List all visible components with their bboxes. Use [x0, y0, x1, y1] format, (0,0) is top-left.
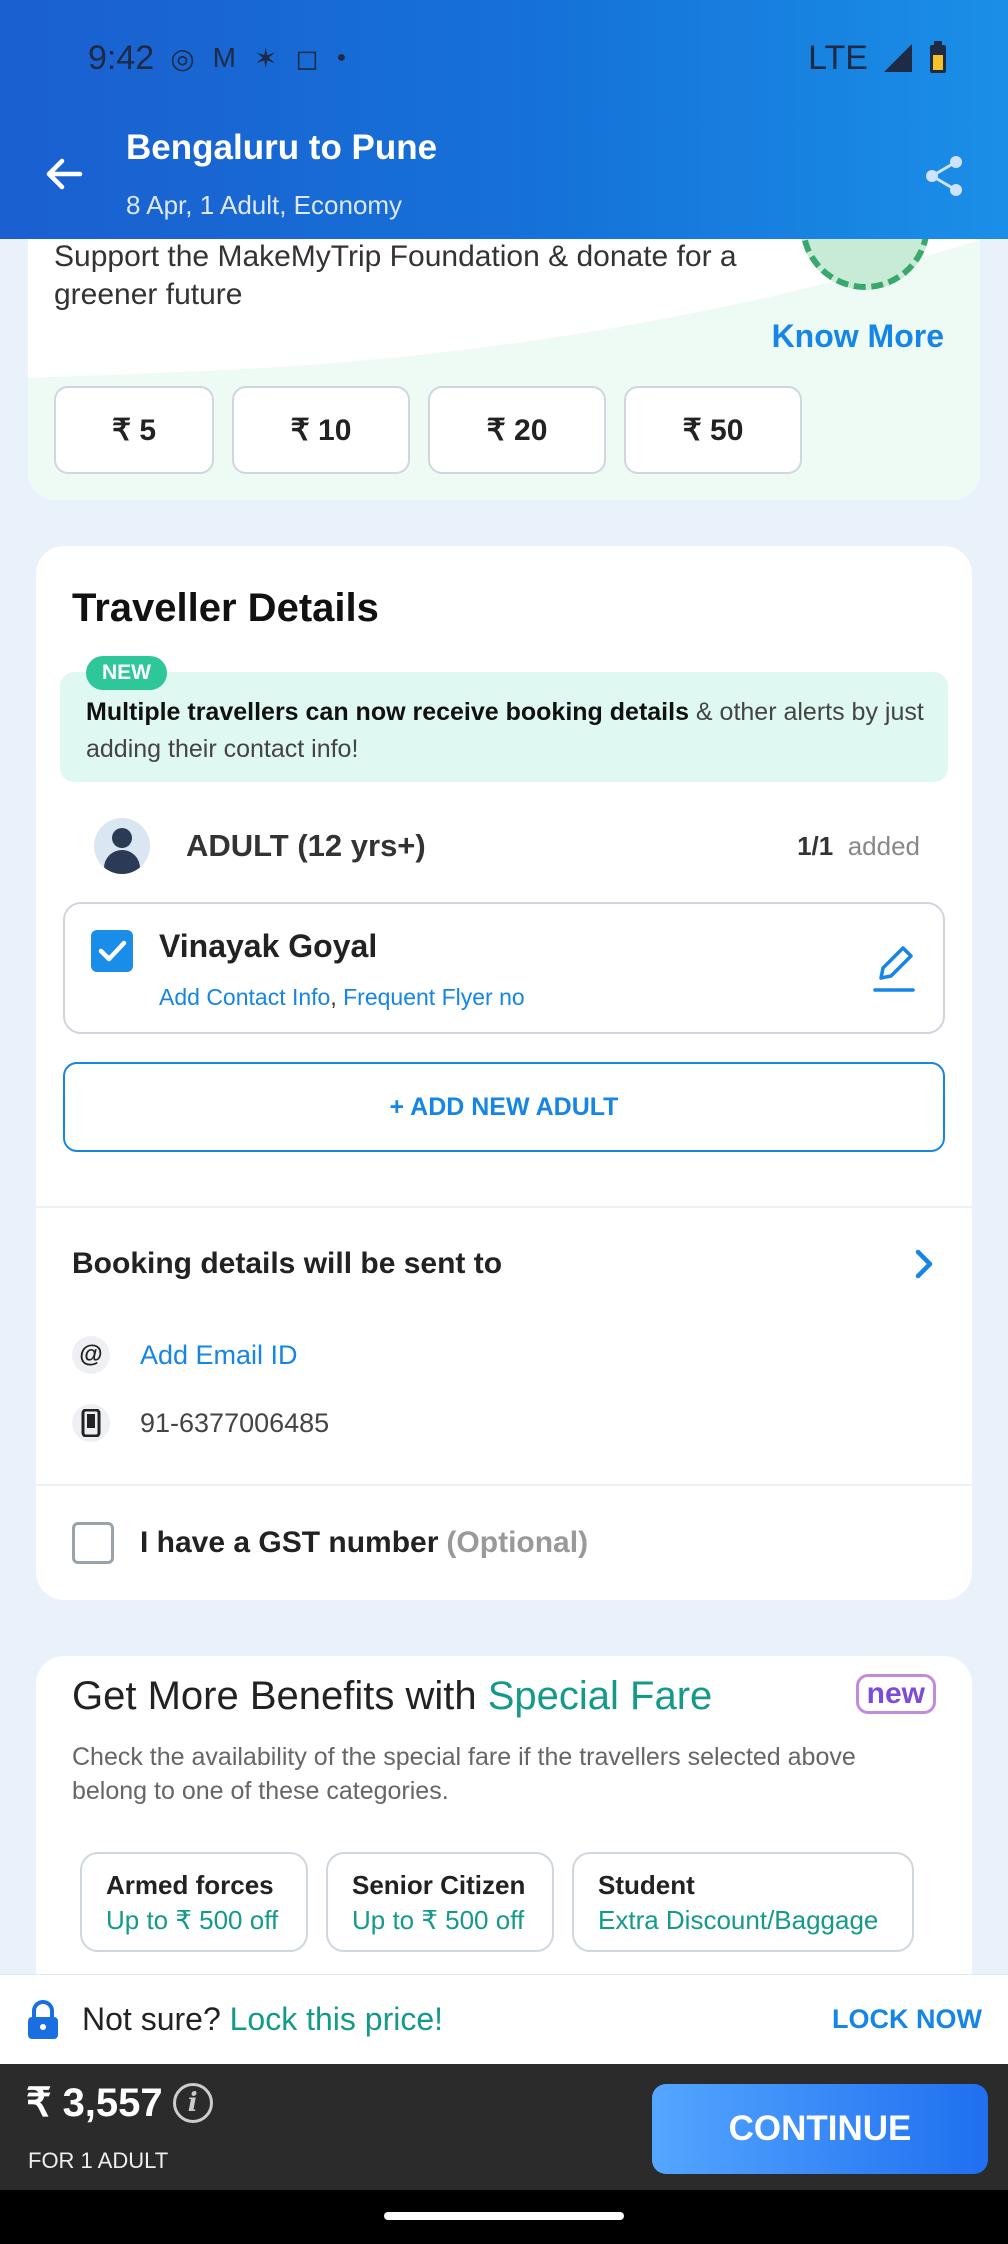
notice-text: Multiple travellers can now receive book… — [86, 694, 926, 768]
email-row[interactable]: @ Add Email ID — [72, 1336, 298, 1374]
new-tag: new — [855, 1674, 936, 1714]
special-fare-card: Get More Benefits with Special Fare new … — [36, 1656, 972, 1976]
section-divider — [36, 1206, 972, 1208]
adult-section-header: ADULT (12 yrs+) 1/1 added — [94, 818, 950, 874]
know-more-link[interactable]: Know More — [772, 318, 944, 355]
checkmark-icon — [98, 940, 127, 962]
page-subtitle: 8 Apr, 1 Adult, Economy — [126, 190, 403, 220]
battery-icon — [930, 41, 946, 73]
category-senior-citizen[interactable]: Senior Citizen Up to ₹ 500 off — [326, 1852, 554, 1952]
gst-label: I have a GST number — [140, 1526, 439, 1559]
info-icon[interactable]: i — [172, 2083, 213, 2123]
total-price: ₹ 3,557 i — [26, 2080, 213, 2126]
share-icon[interactable] — [920, 152, 968, 200]
lock-now-button[interactable]: LOCK NOW — [832, 2004, 982, 2035]
home-gesture-handle[interactable] — [384, 2212, 624, 2220]
edit-pencil-icon[interactable] — [871, 944, 917, 994]
category-title: Armed forces — [106, 1870, 274, 1900]
gmail-icon: M — [212, 42, 236, 73]
notification-icon: ✶ — [253, 42, 278, 74]
category-student[interactable]: Student Extra Discount/Baggage — [572, 1852, 914, 1952]
category-subtitle: Up to ₹ 500 off — [106, 1905, 279, 1935]
traveller-details-card: Traveller Details NEW Multiple traveller… — [36, 546, 972, 1600]
traveller-checkbox[interactable] — [91, 930, 133, 972]
traveller-details-title: Traveller Details — [72, 586, 379, 630]
category-subtitle: Up to ₹ 500 off — [352, 1905, 525, 1935]
back-arrow-icon[interactable] — [40, 150, 88, 198]
link-separator: , — [330, 984, 337, 1010]
status-time: 9:42 — [88, 38, 155, 77]
traveller-row[interactable]: Vinayak Goyal Add Contact Info, Frequent… — [63, 902, 945, 1034]
price-for-label: FOR 1 ADULT — [28, 2148, 169, 2173]
special-fare-title: Get More Benefits with Special Fare — [72, 1674, 712, 1719]
instagram-icon: ◻ — [295, 42, 319, 74]
special-fare-highlight: Special Fare — [487, 1674, 713, 1718]
booking-details-row[interactable]: Booking details will be sent to — [72, 1246, 942, 1282]
email-icon: @ — [72, 1336, 110, 1374]
notice-bold-text: Multiple travellers can now receive book… — [86, 698, 689, 726]
special-fare-categories: Armed forces Up to ₹ 500 off Senior Citi… — [80, 1852, 914, 1952]
whatsapp-icon: ◎ — [170, 42, 195, 74]
donate-5-button[interactable]: ₹ 5 — [54, 386, 214, 474]
donation-text: Support the MakeMyTrip Foundation & dona… — [54, 240, 737, 311]
frequent-flyer-link[interactable]: Frequent Flyer no — [343, 984, 525, 1010]
category-armed-forces[interactable]: Armed forces Up to ₹ 500 off — [80, 1852, 308, 1952]
lock-question: Not sure? Lock this price! — [82, 2001, 443, 2038]
donation-card: Support the MakeMyTrip Foundation & dona… — [28, 200, 980, 500]
adult-label: ADULT (12 yrs+) — [186, 828, 426, 863]
add-email-link[interactable]: Add Email ID — [140, 1340, 298, 1371]
multi-traveller-notice: NEW Multiple travellers can now receive … — [60, 656, 948, 782]
lock-price-bar: Not sure? Lock this price! LOCK NOW — [0, 1974, 1008, 2064]
gst-optional-label: (Optional) — [446, 1526, 589, 1559]
special-fare-description: Check the availability of the special fa… — [72, 1743, 856, 1805]
donation-amounts: ₹ 5 ₹ 10 ₹ 20 ₹ 50 — [54, 386, 802, 474]
dot-icon: ● — [336, 49, 347, 66]
special-fare-title-prefix: Get More Benefits with — [72, 1674, 488, 1718]
gst-checkbox[interactable] — [72, 1522, 114, 1564]
add-contact-info-link[interactable]: Add Contact Info — [159, 984, 330, 1010]
traveller-links: Add Contact Info, Frequent Flyer no — [159, 984, 525, 1011]
adult-count-value: 1/1 — [797, 830, 834, 861]
gst-option[interactable]: I have a GST number (Optional) — [72, 1522, 588, 1564]
section-divider — [36, 1484, 972, 1486]
new-badge: NEW — [86, 656, 167, 690]
lock-question-text: Not sure? — [82, 2001, 221, 2037]
system-nav-bar — [0, 2190, 1008, 2244]
donate-20-button[interactable]: ₹ 20 — [428, 386, 606, 474]
adult-count: 1/1 added — [797, 831, 920, 862]
category-subtitle: Extra Discount/Baggage — [598, 1905, 879, 1935]
network-label: LTE — [808, 38, 868, 77]
phone-icon — [72, 1404, 110, 1442]
add-new-adult-button[interactable]: + ADD NEW ADULT — [63, 1062, 945, 1152]
chevron-right-icon[interactable] — [906, 1246, 942, 1282]
page-title: Bengaluru to Pune — [126, 128, 438, 167]
category-title: Student — [598, 1870, 695, 1900]
status-bar: 9:42 ◎ M ✶ ◻ ● LTE — [88, 34, 948, 82]
continue-button[interactable]: CONTINUE — [652, 2084, 988, 2174]
lock-icon — [28, 1999, 58, 2039]
category-title: Senior Citizen — [352, 1870, 526, 1900]
traveller-name: Vinayak Goyal — [159, 928, 378, 964]
phone-row: 91-6377006485 — [72, 1404, 329, 1442]
adult-avatar-icon — [94, 818, 150, 874]
price-value: ₹ 3,557 — [26, 2081, 163, 2125]
phone-number: 91-6377006485 — [140, 1407, 330, 1438]
donate-10-button[interactable]: ₹ 10 — [232, 386, 410, 474]
price-bar: ₹ 3,557 i FOR 1 ADULT CONTINUE — [0, 2064, 1008, 2190]
lock-highlight: Lock this price! — [220, 2001, 444, 2037]
adult-count-suffix: added — [847, 830, 920, 861]
app-header: 9:42 ◎ M ✶ ◻ ● LTE Bengaluru to Pune 8 A… — [0, 0, 1008, 239]
donate-50-button[interactable]: ₹ 50 — [624, 386, 802, 474]
signal-icon — [884, 44, 912, 72]
booking-details-label: Booking details will be sent to — [72, 1247, 503, 1280]
